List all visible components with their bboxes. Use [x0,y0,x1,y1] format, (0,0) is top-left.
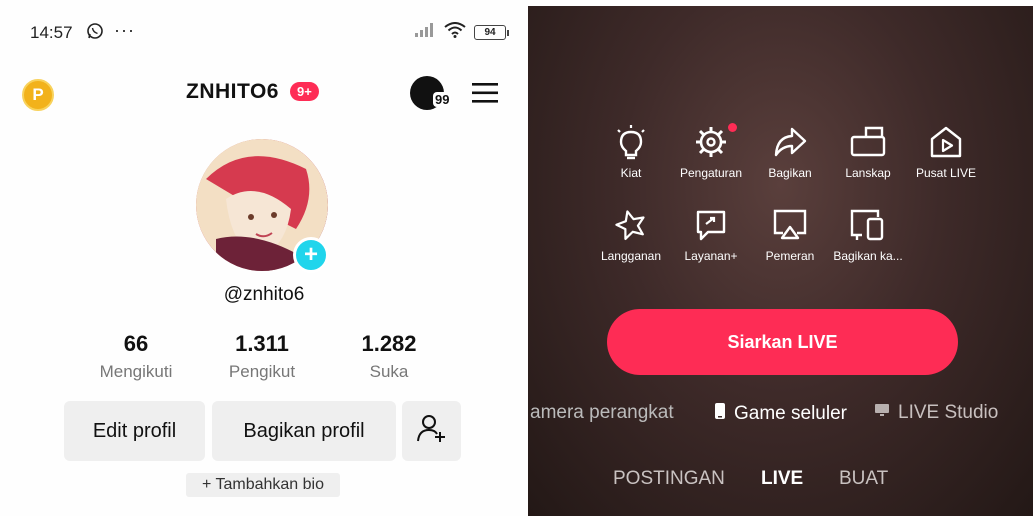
source-device-camera[interactable]: amera perangkat [530,402,674,424]
option-label: Pengaturan [679,166,743,180]
stat-label: Pengikut [228,362,296,381]
option-label: Pusat LIVE [915,166,977,180]
option-subscription[interactable]: Langganan [587,207,675,263]
option-label: Kiat [620,166,642,180]
subscription-star-icon [587,207,675,243]
option-service[interactable]: Layanan+ [667,207,755,263]
add-avatar-plus-icon[interactable]: + [293,237,329,273]
option-label: Pemeran [765,249,815,263]
share-profile-button[interactable]: Bagikan profil [212,401,396,461]
stat-value: 66 [123,331,149,356]
landscape-icon [824,124,912,160]
tab-posts[interactable]: POSTINGAN [613,468,725,490]
source-label: LIVE Studio [898,402,999,423]
source-label: Game seluler [734,403,847,424]
stat-following[interactable]: 66 Mengikuti [71,331,201,382]
coin-icon[interactable]: P [22,79,54,111]
tab-live[interactable]: LIVE [761,468,803,490]
source-label: amera perangkat [530,402,674,423]
share-arrow-icon [746,124,834,160]
option-label: Bagikan [768,166,812,180]
go-live-button[interactable]: Siarkan LIVE [607,309,958,375]
edit-profile-button[interactable]: Edit profil [64,401,205,461]
option-live-center[interactable]: Pusat LIVE [902,124,990,180]
whatsapp-icon [86,22,104,45]
service-chat-icon [667,207,755,243]
story-count: 99 [433,92,452,107]
new-badge-dot [728,123,737,132]
live-panel: Kiat Pengaturan Bagikan Lanskap Pusat LI… [528,6,1033,516]
option-label: Bagikan ka... [833,249,903,263]
option-share[interactable]: Bagikan [746,124,834,180]
live-center-icon [902,124,990,160]
option-landscape[interactable]: Lanskap [824,124,912,180]
profile-username[interactable]: ZNHITO6 [186,80,279,104]
signal-icon [414,22,436,43]
status-bar: 14:57 ··· 94 [30,20,509,45]
battery-indicator: 94 [474,25,509,40]
option-cast[interactable]: Pemeran [746,207,834,263]
option-label: Layanan+ [684,249,738,263]
profile-handle: @znhito6 [223,284,305,305]
stat-followers[interactable]: 1.311 Pengikut [197,331,327,382]
option-settings[interactable]: Pengaturan [667,124,755,180]
tab-create[interactable]: BUAT [839,468,888,490]
option-tips[interactable]: Kiat [587,124,675,180]
add-user-icon [416,414,447,448]
option-label: Langganan [600,249,662,263]
source-mobile-game[interactable]: Game seluler [714,402,847,426]
status-time: 14:57 [30,23,73,42]
wifi-icon [444,22,466,43]
option-label: Lanskap [845,166,891,180]
cast-screen-icon [746,207,834,243]
monitor-icon [874,402,890,424]
gear-icon [667,124,755,160]
devices-icon [824,207,912,243]
stat-likes[interactable]: 1.282 Suka [324,331,454,382]
lightbulb-icon [587,124,675,160]
stat-value: 1.282 [361,331,417,356]
stat-value: 1.311 [235,331,289,356]
phone-icon [714,402,726,426]
hamburger-menu-icon[interactable] [471,81,499,110]
profile-screen: 14:57 ··· 94 P ZNHITO6 9+ 99 + @znhito6 … [0,0,528,516]
add-friend-button[interactable] [402,401,461,461]
add-bio-button[interactable]: + Tambahkan bio [186,473,340,497]
option-share-device[interactable]: Bagikan ka... [824,207,912,263]
notification-badge: 9+ [290,82,319,101]
source-live-studio[interactable]: LIVE Studio [874,402,998,424]
stat-label: Suka [369,362,409,381]
stat-label: Mengikuti [99,362,173,381]
more-notifications-icon: ··· [114,20,135,40]
